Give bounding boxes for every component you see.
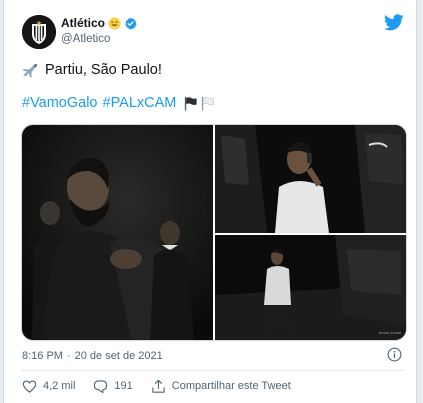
smiling-emoji-icon bbox=[108, 16, 121, 30]
author-name[interactable]: Atlético bbox=[61, 16, 105, 30]
reply-icon bbox=[94, 379, 108, 393]
tweet-hashtags: #VamoGalo #PALxCAM bbox=[22, 95, 215, 111]
photo-watermark: bruno sousa bbox=[379, 330, 402, 335]
share-icon bbox=[152, 379, 165, 393]
tweet-card: Atlético @Atletico Partiu, São Paulo! #V… bbox=[3, 0, 417, 403]
reply-button[interactable]: 191 bbox=[93, 379, 133, 394]
tweet-date: 20 de set de 2021 bbox=[74, 350, 163, 362]
tweet-time: 8:16 PM bbox=[22, 350, 63, 362]
photo-player-walking[interactable]: bruno sousa bbox=[215, 235, 406, 340]
tweet-text: Partiu, São Paulo! bbox=[45, 62, 162, 78]
photo-image bbox=[215, 125, 406, 233]
avatar[interactable] bbox=[22, 15, 56, 49]
airplane-emoji-icon bbox=[23, 63, 38, 78]
author-row: Atlético bbox=[61, 15, 137, 31]
verified-badge-icon bbox=[125, 17, 137, 29]
divider bbox=[21, 370, 404, 371]
twitter-bird-icon[interactable] bbox=[384, 14, 404, 31]
photo-image: bruno sousa bbox=[215, 235, 406, 340]
photo-player-phone[interactable] bbox=[215, 125, 406, 233]
tweet-timestamp[interactable]: 8:16 PM · 20 de set de 2021 bbox=[22, 350, 163, 362]
tweet-media-grid: bruno sousa bbox=[21, 124, 407, 341]
author-handle[interactable]: @Atletico bbox=[61, 33, 110, 45]
black-flag-icon bbox=[185, 96, 197, 111]
share-label: Compartilhar este Tweet bbox=[171, 380, 291, 392]
like-button[interactable]: 4,2 mil bbox=[22, 379, 75, 394]
photo-player-night[interactable] bbox=[22, 125, 213, 340]
tweet-text-line1: Partiu, São Paulo! bbox=[22, 62, 162, 78]
meta-separator: · bbox=[66, 350, 71, 362]
white-flag-icon bbox=[202, 96, 215, 111]
hashtag-palxcam[interactable]: #PALxCAM bbox=[103, 95, 177, 111]
photo-image bbox=[22, 125, 213, 340]
share-button[interactable]: Compartilhar este Tweet bbox=[151, 379, 291, 394]
info-icon[interactable] bbox=[387, 347, 402, 362]
heart-icon bbox=[22, 380, 37, 393]
reply-count: 191 bbox=[114, 380, 133, 392]
tweet-actions: 4,2 mil 191 Compartilhar este Tweet bbox=[22, 378, 309, 394]
like-count: 4,2 mil bbox=[43, 380, 76, 392]
club-crest-icon bbox=[22, 15, 56, 49]
hashtag-vamogalo[interactable]: #VamoGalo bbox=[22, 95, 98, 111]
